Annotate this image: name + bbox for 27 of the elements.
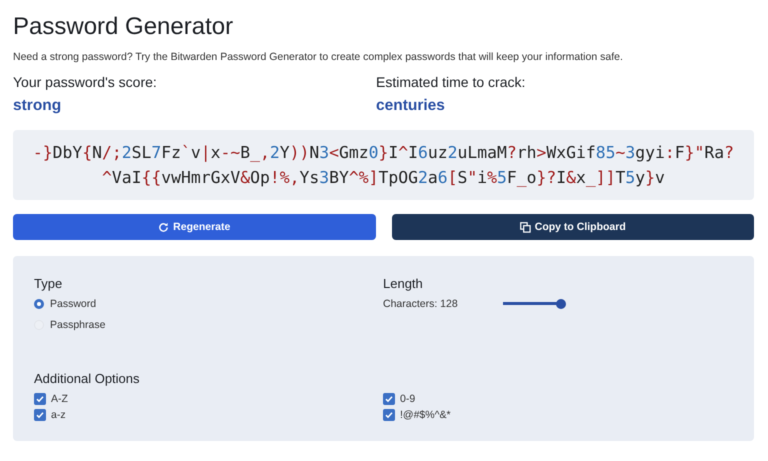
checkbox-label: a-z xyxy=(51,409,66,421)
radio-label: Passphrase xyxy=(50,318,106,330)
checkbox-label: 0-9 xyxy=(400,393,416,405)
copy-button[interactable]: Copy to Clipboard xyxy=(392,214,754,240)
stat-label: Estimated time to crack: xyxy=(376,73,526,91)
stat-label: Your password's score: xyxy=(13,73,158,91)
checkbox[interactable] xyxy=(383,409,395,421)
checkbox[interactable] xyxy=(34,409,46,421)
checkbox-label: A-Z xyxy=(51,393,68,405)
checkbox[interactable] xyxy=(383,393,395,405)
checkbox[interactable] xyxy=(34,393,46,405)
section-heading: Length xyxy=(383,275,424,293)
stat-value: centuries xyxy=(376,97,446,115)
checkbox-label: !@#$%^&* xyxy=(400,409,451,421)
description: Need a strong password? Try the Bitwarden Password Generator to create complex passwords that will keep your information safe. xyxy=(13,51,624,63)
section-heading: Type xyxy=(34,275,64,293)
radio-button[interactable] xyxy=(34,298,44,308)
section-heading: Additional Options xyxy=(34,370,141,388)
page-title: Password Generator xyxy=(13,12,234,42)
refresh-icon xyxy=(158,222,170,232)
regenerate-button[interactable]: Regenerate xyxy=(13,214,376,240)
copy-icon xyxy=(520,222,531,232)
radio-label: Password xyxy=(50,298,96,310)
stat-value: strong xyxy=(13,97,62,115)
length-reading: Characters: 128 xyxy=(383,298,458,310)
password-text: -}DbY{N/;2SL7Fz`v|x-~B_,2Y))N3<Gmz0}I^I6uz2uLmaM?rh>WxGif85~3gyi:F}"Ra?^VaI{{vwHmrGxV&Op!%,Ys3BY^%]TpOG2a6[S"i%5F_o}?I&x_]]T5y}v xyxy=(32,142,736,189)
slider-thumb[interactable] xyxy=(556,298,566,308)
